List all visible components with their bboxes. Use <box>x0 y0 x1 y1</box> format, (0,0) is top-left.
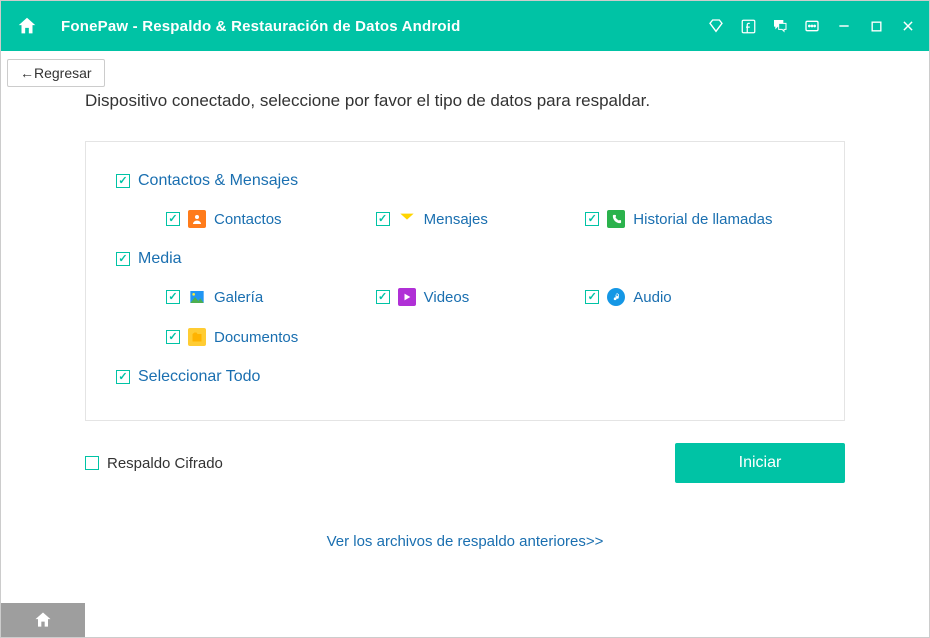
checkbox-messages[interactable] <box>376 212 390 226</box>
items-row-media-1: Galería Videos Audio <box>116 288 814 306</box>
title-subtitle: Respaldo & Restauración de Datos Android <box>142 18 460 35</box>
documents-icon <box>188 328 206 346</box>
item-label: Mensajes <box>424 211 488 228</box>
select-all-label: Seleccionar Todo <box>138 368 260 386</box>
contacts-icon <box>188 210 206 228</box>
minimize-icon[interactable] <box>835 17 853 35</box>
title-separator: - <box>128 18 142 35</box>
group-label: Contactos & Mensajes <box>138 172 298 190</box>
item-gallery: Galería <box>166 288 376 306</box>
home-icon[interactable] <box>13 12 41 40</box>
videos-icon <box>398 288 416 306</box>
phone-icon <box>607 210 625 228</box>
group-media: Media <box>116 250 814 268</box>
checkbox-contacts-messages[interactable] <box>116 174 130 188</box>
checkbox-encrypted-backup[interactable] <box>85 456 99 470</box>
title-brand: FonePaw <box>61 18 128 35</box>
item-messages: Mensajes <box>376 210 586 228</box>
footer-row: Respaldo Cifrado Iniciar <box>85 443 845 483</box>
titlebar: FonePaw - Respaldo & Restauración de Dat… <box>1 1 929 51</box>
gallery-icon <box>188 288 206 306</box>
item-label: Videos <box>424 289 470 306</box>
encrypted-backup-label: Respaldo Cifrado <box>107 455 223 472</box>
checkbox-contacts[interactable] <box>166 212 180 226</box>
messages-icon <box>398 210 416 228</box>
previous-backups-link[interactable]: Ver los archivos de respaldo anteriores>… <box>85 533 845 550</box>
checkbox-select-all[interactable] <box>116 370 130 384</box>
item-label: Audio <box>633 289 671 306</box>
instruction-text: Dispositivo conectado, seleccione por fa… <box>85 91 845 111</box>
gem-icon[interactable] <box>707 17 725 35</box>
item-documents: Documentos <box>166 328 386 346</box>
audio-icon <box>607 288 625 306</box>
checkbox-audio[interactable] <box>585 290 599 304</box>
item-label: Galería <box>214 289 263 306</box>
group-contacts-messages: Contactos & Mensajes <box>116 172 814 190</box>
titlebar-actions <box>707 17 917 35</box>
item-label: Contactos <box>214 211 282 228</box>
menu-icon[interactable] <box>803 17 821 35</box>
checkbox-media[interactable] <box>116 252 130 266</box>
facebook-icon[interactable] <box>739 17 757 35</box>
item-label: Documentos <box>214 329 298 346</box>
maximize-icon[interactable] <box>867 17 885 35</box>
data-type-panel: Contactos & Mensajes Contactos Mensajes … <box>85 141 845 421</box>
item-call-log: Historial de llamadas <box>585 210 814 228</box>
group-label: Media <box>138 250 182 268</box>
checkbox-gallery[interactable] <box>166 290 180 304</box>
select-all-row: Seleccionar Todo <box>116 368 814 386</box>
bottom-home-button[interactable] <box>1 603 85 637</box>
close-icon[interactable] <box>899 17 917 35</box>
checkbox-call-log[interactable] <box>585 212 599 226</box>
checkbox-documents[interactable] <box>166 330 180 344</box>
checkbox-videos[interactable] <box>376 290 390 304</box>
back-button[interactable]: ←Regresar <box>7 59 105 87</box>
item-contacts: Contactos <box>166 210 376 228</box>
items-row-media-2: Documentos <box>116 328 814 346</box>
window-title: FonePaw - Respaldo & Restauración de Dat… <box>61 18 461 35</box>
start-button[interactable]: Iniciar <box>675 443 845 483</box>
feedback-icon[interactable] <box>771 17 789 35</box>
items-row-contacts-messages: Contactos Mensajes Historial de llamadas <box>116 210 814 228</box>
item-audio: Audio <box>585 288 814 306</box>
item-label: Historial de llamadas <box>633 211 772 228</box>
item-videos: Videos <box>376 288 586 306</box>
